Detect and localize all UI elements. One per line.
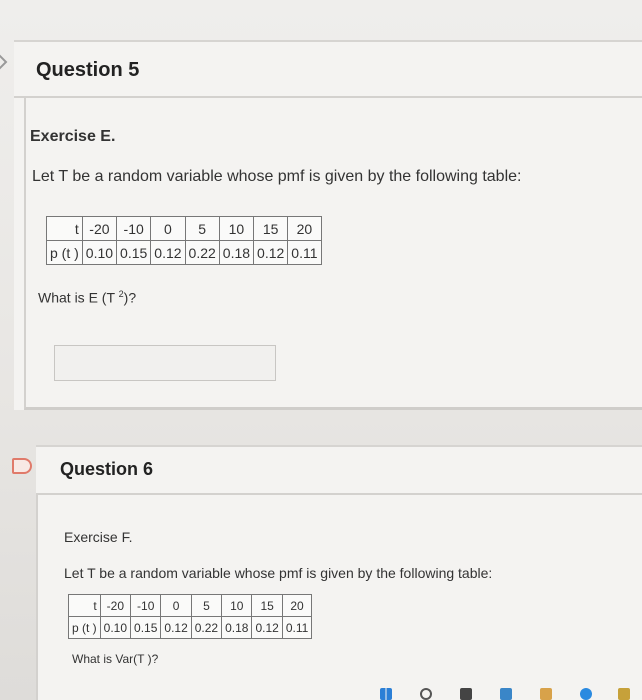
exercise-f-title: Exercise F. xyxy=(64,529,133,545)
answer-input[interactable] xyxy=(54,345,276,381)
p-value: 0.12 xyxy=(150,240,186,265)
p-value: 0.12 xyxy=(160,616,192,639)
t-value: 5 xyxy=(184,216,220,241)
pmf-row-t: t -20 -10 0 5 10 15 20 xyxy=(46,216,322,241)
t-value: 20 xyxy=(281,594,313,617)
exercise-e-prompt: Let T be a random variable whose pmf is … xyxy=(32,168,522,185)
question-6-card: Question 6 Exercise F. Let T be a random… xyxy=(36,445,642,700)
p-value: 0.12 xyxy=(251,616,283,639)
page: Question 5 Exercise E. Let T be a random… xyxy=(0,0,642,700)
pmf-row-t: t -20 -10 0 5 10 15 20 xyxy=(68,594,313,617)
t-value: -20 xyxy=(99,594,132,617)
question-5-card: Question 5 Exercise E. Let T be a random… xyxy=(14,40,642,410)
t-value: 10 xyxy=(221,594,253,617)
exercise-f-prompt: Let T be a random variable whose pmf is … xyxy=(64,565,493,581)
question-6-title: Question 6 xyxy=(60,459,154,479)
pmf-table-e: t -20 -10 0 5 10 15 20 p (t ) 0.10 0.15 … xyxy=(46,216,322,265)
p-value: 0.11 xyxy=(287,240,322,265)
taskbar xyxy=(370,684,642,700)
mail-icon[interactable] xyxy=(540,688,552,700)
t-value: -10 xyxy=(116,216,152,241)
t-value: -10 xyxy=(130,594,162,617)
p-value: 0.22 xyxy=(184,240,220,265)
store-icon[interactable] xyxy=(500,688,512,700)
flag-icon[interactable] xyxy=(12,458,32,474)
t-value: 0 xyxy=(160,594,192,617)
p-value: 0.18 xyxy=(218,240,255,265)
exercise-e-title: Exercise E. xyxy=(30,128,116,145)
p-value: 0.15 xyxy=(130,616,162,639)
question-6-header: Question 6 xyxy=(36,447,642,495)
p-value: 0.22 xyxy=(190,616,223,639)
p-value: 0.10 xyxy=(81,240,118,265)
question-6-text: What is Var(T )? xyxy=(72,652,159,666)
windows-icon[interactable] xyxy=(380,688,392,700)
t-value: 0 xyxy=(150,216,186,241)
t-value: 20 xyxy=(287,216,322,241)
p-value: 0.15 xyxy=(116,240,152,265)
chrome-icon[interactable] xyxy=(580,688,592,700)
row-label-p: p (t ) xyxy=(46,240,83,265)
p-value: 0.18 xyxy=(221,616,253,639)
t-value: 15 xyxy=(251,594,283,617)
search-icon[interactable] xyxy=(420,688,432,700)
explorer-icon[interactable] xyxy=(460,688,472,700)
question-5-title: Question 5 xyxy=(36,59,140,81)
pmf-row-p: p (t ) 0.10 0.15 0.12 0.22 0.18 0.12 0.1… xyxy=(68,616,313,639)
t-value: -20 xyxy=(81,216,118,241)
row-label-t: t xyxy=(68,594,101,617)
app-icon[interactable] xyxy=(618,688,630,700)
question-5-text: What is E (T 2)? xyxy=(38,289,136,306)
pmf-row-p: p (t ) 0.10 0.15 0.12 0.22 0.18 0.12 0.1… xyxy=(46,240,322,265)
question-suffix: )? xyxy=(123,289,137,306)
t-value: 15 xyxy=(253,216,289,241)
pmf-table-f: t -20 -10 0 5 10 15 20 p (t ) 0.10 0.15 … xyxy=(68,594,313,639)
p-value: 0.12 xyxy=(253,240,289,265)
row-label-p: p (t ) xyxy=(68,616,101,639)
question-5-header: Question 5 xyxy=(14,42,642,98)
row-label-t: t xyxy=(46,216,83,241)
chevron-right-icon[interactable] xyxy=(0,52,10,72)
question-prefix: What is E (T xyxy=(38,289,119,306)
t-value: 10 xyxy=(218,216,255,241)
t-value: 5 xyxy=(190,594,223,617)
p-value: 0.10 xyxy=(99,616,132,639)
p-value: 0.11 xyxy=(281,616,313,639)
